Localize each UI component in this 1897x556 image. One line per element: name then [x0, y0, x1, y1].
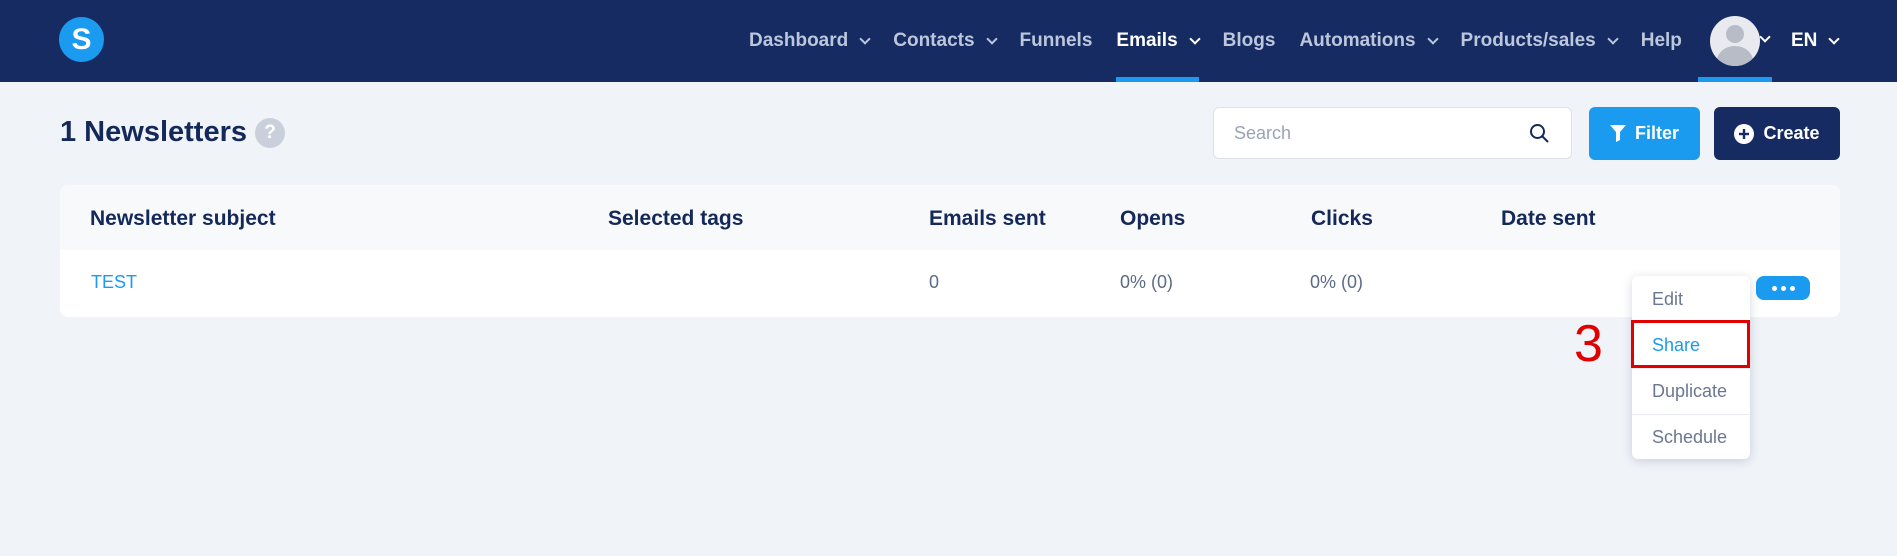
nav-menu: Dashboard Contacts Funnels Emails Blogs …	[749, 0, 1682, 82]
language-label: EN	[1791, 30, 1818, 51]
nav-item-label: Emails	[1116, 30, 1178, 51]
top-navigation: S Dashboard Contacts Funnels Emails Blog…	[0, 0, 1897, 82]
newsletter-subject-link[interactable]: TEST	[91, 272, 137, 293]
more-dot-icon	[1789, 285, 1795, 291]
more-dot-icon	[1771, 285, 1777, 291]
nav-item-label: Contacts	[893, 30, 975, 51]
nav-item-automations[interactable]: Automations	[1299, 0, 1439, 82]
nav-item-dashboard[interactable]: Dashboard	[749, 0, 871, 82]
nav-item-blogs[interactable]: Blogs	[1223, 0, 1276, 82]
nav-item-products-sales[interactable]: Products/sales	[1460, 0, 1619, 82]
filter-button-label: Filter	[1634, 123, 1679, 143]
search-icon[interactable]	[1529, 123, 1549, 143]
more-dot-icon	[1780, 285, 1786, 291]
create-button[interactable]: Create	[1714, 107, 1840, 160]
nav-item-label: Dashboard	[749, 30, 849, 51]
menu-item-edit[interactable]: Edit	[1632, 276, 1750, 322]
row-actions-menu: Edit Share Duplicate Schedule	[1632, 276, 1750, 459]
opens-cell: 0% (0)	[1120, 272, 1174, 292]
chevron-down-icon	[985, 32, 998, 45]
page-title: 1 Newsletters ?	[60, 116, 285, 149]
newsletters-table: Newsletter subject Selected tags Emails …	[60, 185, 1840, 317]
chevron-down-icon	[1188, 32, 1201, 45]
nav-item-label: Help	[1640, 30, 1682, 51]
filter-icon	[1609, 125, 1626, 142]
nav-item-emails[interactable]: Emails	[1116, 0, 1201, 82]
chevron-down-icon	[859, 32, 871, 45]
avatar-head-shape	[1726, 25, 1744, 43]
column-header-date-sent[interactable]: Date sent	[1501, 207, 1596, 231]
avatar[interactable]	[1710, 16, 1760, 66]
chevron-down-icon	[1426, 32, 1439, 45]
language-selector[interactable]: EN	[1791, 0, 1841, 82]
nav-item-funnels[interactable]: Funnels	[1020, 0, 1093, 82]
plus-circle-icon	[1734, 123, 1755, 144]
chevron-down-icon	[1828, 32, 1841, 45]
create-button-label: Create	[1763, 123, 1820, 143]
column-header-clicks[interactable]: Clicks	[1311, 207, 1373, 231]
nav-item-label: Products/sales	[1460, 30, 1596, 51]
annotation-step-number: 3	[1574, 315, 1603, 373]
nav-item-help[interactable]: Help	[1641, 0, 1682, 82]
nav-item-contacts[interactable]: Contacts	[893, 0, 998, 82]
help-icon[interactable]: ?	[255, 117, 285, 148]
nav-item-label: Funnels	[1019, 30, 1093, 51]
menu-item-schedule[interactable]: Schedule	[1632, 414, 1750, 460]
table-header: Newsletter subject Selected tags Emails …	[60, 185, 1840, 250]
column-header-emails-sent[interactable]: Emails sent	[929, 207, 1046, 231]
search-box	[1213, 107, 1572, 159]
avatar-body-shape	[1717, 46, 1753, 66]
brand-logo[interactable]: S	[59, 17, 104, 62]
column-header-opens[interactable]: Opens	[1120, 207, 1185, 231]
row-actions-button[interactable]	[1756, 276, 1810, 300]
menu-item-duplicate[interactable]: Duplicate	[1632, 368, 1750, 414]
column-header-subject[interactable]: Newsletter subject	[90, 207, 276, 231]
clicks-cell: 0% (0)	[1310, 272, 1364, 292]
nav-item-label: Automations	[1299, 30, 1416, 51]
table-row: TEST 0 0% (0) 0% (0)	[60, 250, 1840, 317]
column-header-tags[interactable]: Selected tags	[608, 207, 743, 231]
menu-item-share[interactable]: Share	[1632, 322, 1750, 368]
user-menu[interactable]	[1698, 0, 1772, 82]
nav-item-label: Blogs	[1222, 30, 1276, 51]
page-title-text: 1 Newsletters	[60, 116, 247, 148]
chevron-down-icon	[1607, 32, 1619, 45]
emails-sent-cell: 0	[929, 272, 940, 292]
search-input[interactable]	[1234, 122, 1514, 144]
filter-button[interactable]: Filter	[1589, 107, 1700, 160]
